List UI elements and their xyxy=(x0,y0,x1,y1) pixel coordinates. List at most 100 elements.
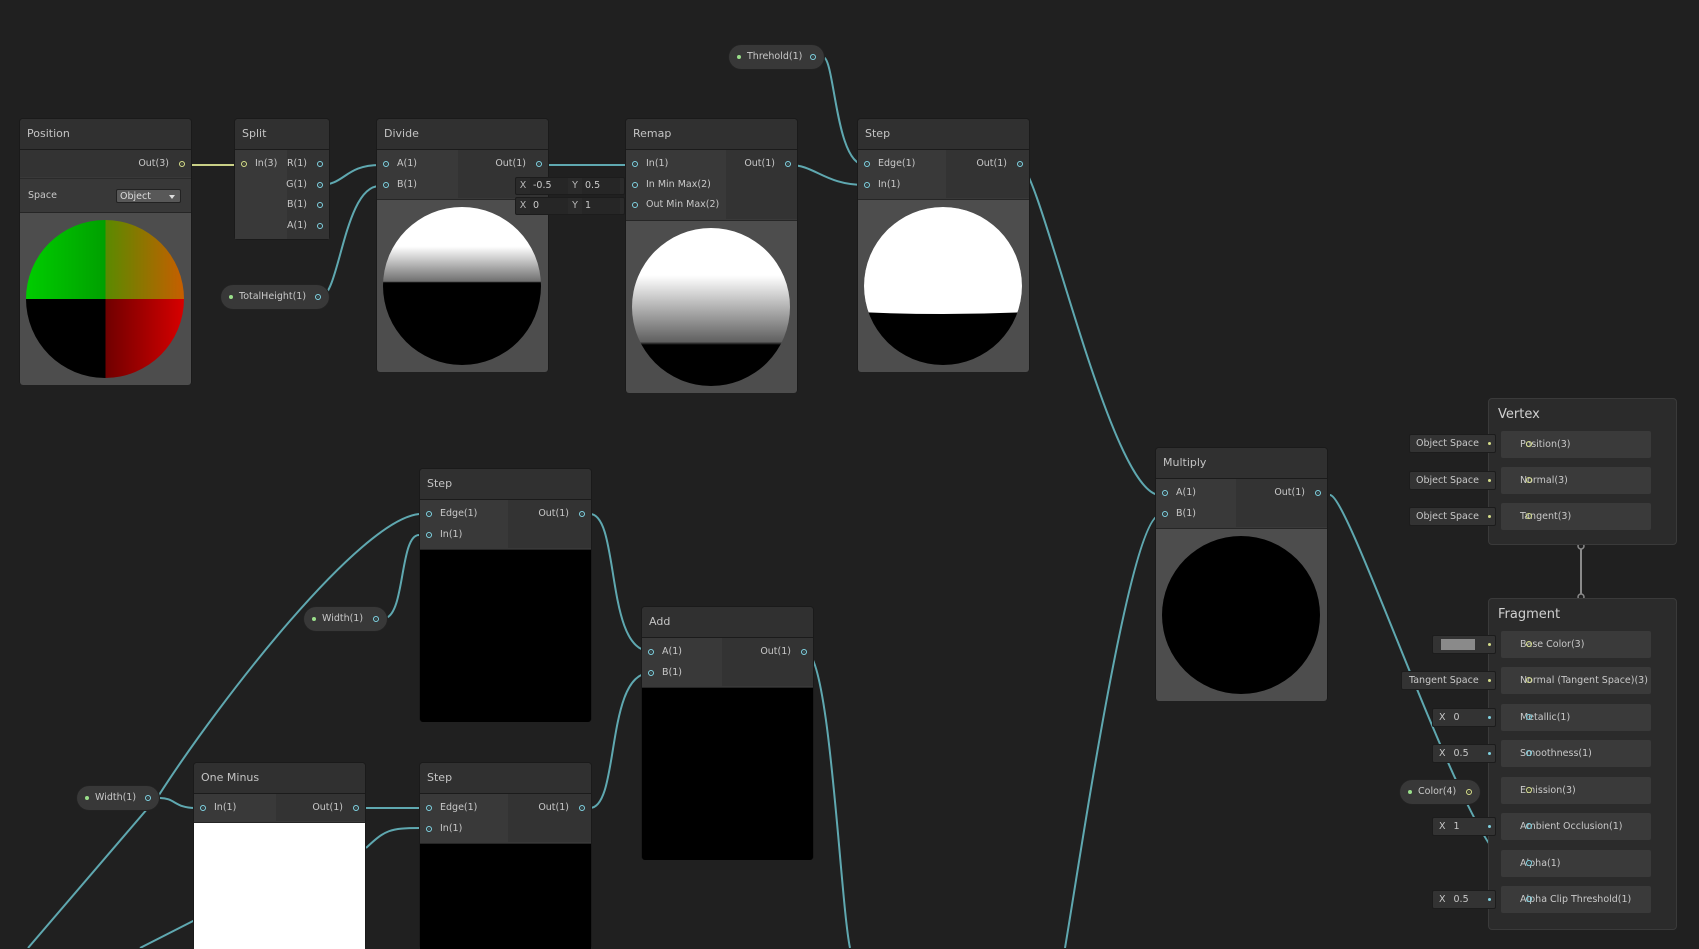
port-dot[interactable] xyxy=(536,161,542,167)
x-value[interactable]: 0 xyxy=(530,198,568,214)
step-edge[interactable]: Edge(1) xyxy=(878,157,915,171)
divide-node[interactable]: Divide A(1) B(1) Out(1) xyxy=(377,119,548,372)
port-dot[interactable] xyxy=(353,805,359,811)
port-dot[interactable] xyxy=(648,670,654,676)
port-dot[interactable] xyxy=(317,223,323,229)
port-dot[interactable] xyxy=(179,161,185,167)
color-property[interactable]: Color(4) xyxy=(1400,780,1480,804)
step-in[interactable]: In(1) xyxy=(440,822,462,836)
position-node[interactable]: Position Out(3) Space Object xyxy=(20,119,191,385)
port-dot[interactable] xyxy=(579,511,585,517)
port-dot[interactable] xyxy=(801,649,807,655)
threhold-property[interactable]: Threhold(1) xyxy=(729,45,824,69)
port-dot[interactable] xyxy=(241,161,247,167)
port-dot[interactable] xyxy=(632,202,638,208)
value[interactable]: 0 xyxy=(1454,712,1460,723)
step-node-bottom[interactable]: Step Edge(1) In(1) Out(1) xyxy=(420,763,591,949)
port-dot[interactable] xyxy=(315,294,321,300)
position-out-port[interactable]: Out(3) xyxy=(138,157,169,171)
divide-in-a[interactable]: A(1) xyxy=(397,157,417,171)
fragment-block[interactable]: Fragment Base Color(3) Normal (Tangent S… xyxy=(1488,598,1677,930)
port-dot[interactable] xyxy=(648,649,654,655)
value[interactable]: 0.5 xyxy=(1454,748,1469,759)
step-out[interactable]: Out(1) xyxy=(976,157,1007,171)
port-dot[interactable] xyxy=(864,182,870,188)
port-dot[interactable] xyxy=(426,532,432,538)
port-dot[interactable] xyxy=(426,511,432,517)
tangent-space-control[interactable]: Object Space xyxy=(1409,507,1496,526)
divide-out[interactable]: Out(1) xyxy=(495,157,526,171)
split-out-g[interactable]: G(1) xyxy=(286,178,307,192)
port-dot[interactable] xyxy=(864,161,870,167)
port-dot[interactable] xyxy=(145,795,151,801)
port-dot[interactable] xyxy=(317,182,323,188)
vertex-slot-normal[interactable]: Normal(3) xyxy=(1501,467,1651,494)
fragment-slot-ambient-occlusion[interactable]: Ambient Occlusion(1) xyxy=(1501,813,1651,840)
vertex-slot-position[interactable]: Position(3) xyxy=(1501,431,1651,458)
totalheight-property[interactable]: TotalHeight(1) xyxy=(221,285,329,309)
fragment-slot-metallic[interactable]: Metallic(1) xyxy=(1501,704,1651,731)
port-dot[interactable] xyxy=(317,161,323,167)
step-node-middle[interactable]: Step Edge(1) In(1) Out(1) xyxy=(420,469,591,722)
fragment-slot-base-color[interactable]: Base Color(3) xyxy=(1501,631,1651,658)
vertex-slot-tangent[interactable]: Tangent(3) xyxy=(1501,503,1651,530)
port-dot[interactable] xyxy=(426,826,432,832)
base-color-swatch-control[interactable] xyxy=(1432,635,1496,654)
remap-out[interactable]: Out(1) xyxy=(744,157,775,171)
split-out-a[interactable]: A(1) xyxy=(287,219,307,233)
port-dot[interactable] xyxy=(579,805,585,811)
port-dot[interactable] xyxy=(426,805,432,811)
ambient-occlusion-value-control[interactable]: X1 xyxy=(1432,817,1496,836)
multiply-in-b[interactable]: B(1) xyxy=(1176,507,1196,521)
multiply-node[interactable]: Multiply A(1) B(1) Out(1) xyxy=(1156,448,1327,701)
split-in-port[interactable]: In(3) xyxy=(255,157,277,171)
remap-out-min-max-field[interactable]: X0Y1 xyxy=(515,197,625,215)
width-property-upper[interactable]: Width(1) xyxy=(304,607,387,631)
add-in-a[interactable]: A(1) xyxy=(662,645,682,659)
port-dot[interactable] xyxy=(1466,789,1472,795)
fragment-slot-alpha-clip[interactable]: Alpha Clip Threshold(1) xyxy=(1501,886,1651,913)
remap-in-min-max-field[interactable]: X -0.5 Y 0.5 xyxy=(515,177,625,195)
remap-in[interactable]: In(1) xyxy=(646,157,668,171)
color-swatch[interactable] xyxy=(1441,639,1475,650)
port-dot[interactable] xyxy=(383,182,389,188)
add-in-b[interactable]: B(1) xyxy=(662,666,682,680)
remap-node[interactable]: Remap In(1) In Min Max(2) Out Min Max(2)… xyxy=(626,119,797,393)
port-dot[interactable] xyxy=(1162,511,1168,517)
value[interactable]: 0.5 xyxy=(1454,894,1469,905)
port-dot[interactable] xyxy=(1315,490,1321,496)
position-space-control[interactable]: Object Space xyxy=(1409,434,1496,453)
step-out[interactable]: Out(1) xyxy=(538,801,569,815)
add-node[interactable]: Add A(1) B(1) Out(1) xyxy=(642,607,813,860)
one-minus-in[interactable]: In(1) xyxy=(214,801,236,815)
split-out-r[interactable]: R(1) xyxy=(287,157,307,171)
step-in[interactable]: In(1) xyxy=(440,528,462,542)
step-edge[interactable]: Edge(1) xyxy=(440,507,477,521)
metallic-value-control[interactable]: X0 xyxy=(1432,708,1496,727)
value[interactable]: 1 xyxy=(1454,821,1460,832)
normal-tangent-space-control[interactable]: Tangent Space xyxy=(1401,671,1496,690)
width-property-lower[interactable]: Width(1) xyxy=(77,786,159,810)
step-in[interactable]: In(1) xyxy=(878,178,900,192)
x-value[interactable]: -0.5 xyxy=(530,178,568,194)
fragment-slot-emission[interactable]: Emission(3) xyxy=(1501,777,1651,804)
port-dot[interactable] xyxy=(810,54,816,60)
port-dot[interactable] xyxy=(632,161,638,167)
multiply-in-a[interactable]: A(1) xyxy=(1176,486,1196,500)
multiply-out[interactable]: Out(1) xyxy=(1274,486,1305,500)
one-minus-node[interactable]: One Minus In(1) Out(1) xyxy=(194,763,365,949)
step-out[interactable]: Out(1) xyxy=(538,507,569,521)
port-dot[interactable] xyxy=(785,161,791,167)
alpha-clip-value-control[interactable]: X 0.5 xyxy=(1432,890,1496,909)
split-node[interactable]: Split In(3) R(1) G(1) B(1) A(1) xyxy=(235,119,329,239)
port-dot[interactable] xyxy=(1162,490,1168,496)
y-value[interactable]: 1 xyxy=(582,198,620,214)
divide-in-b[interactable]: B(1) xyxy=(397,178,417,192)
port-dot[interactable] xyxy=(632,182,638,188)
port-dot[interactable] xyxy=(1017,161,1023,167)
y-value[interactable]: 0.5 xyxy=(582,178,620,194)
remap-in-min-max[interactable]: In Min Max(2) xyxy=(646,178,711,192)
port-dot[interactable] xyxy=(200,805,206,811)
port-dot[interactable] xyxy=(383,161,389,167)
normal-space-control[interactable]: Object Space xyxy=(1409,471,1496,490)
